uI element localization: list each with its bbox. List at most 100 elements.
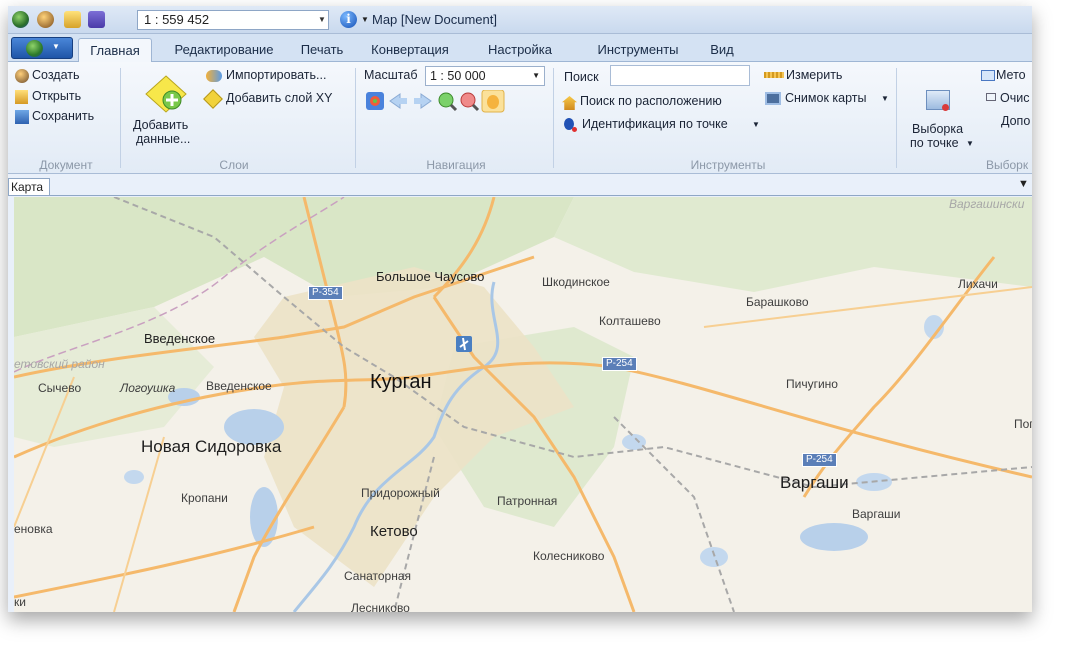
pan-hand-icon[interactable] [481,90,505,113]
select-by-point-label-line1[interactable]: Выборка [912,122,963,136]
scale-dropdown-icon[interactable]: ▼ [318,15,326,24]
info-dropdown-icon[interactable]: ▼ [361,15,369,24]
group-label-selection: Выборк [986,158,1029,172]
map-view[interactable]: Большое Чаусово Шкодинское Колташево Бар… [14,197,1032,612]
lake [124,470,144,484]
map-canvas [14,197,1032,612]
tab-print[interactable]: Печать [294,38,350,62]
map-label: Варгаши [852,507,901,521]
ribbon-panel: Создать Открыть Сохранить Документ Добав… [8,62,1032,174]
map-label: Придорожный [361,486,440,500]
group-label-navigation: Навигация [426,158,486,172]
selection-method-button[interactable]: Мето [996,68,1026,82]
import-icon [206,70,222,82]
save-icon[interactable] [88,11,105,28]
select-by-point-label-line2[interactable]: по точке [910,136,959,150]
group-label-tools: Инструменты [690,158,766,172]
info-icon[interactable]: i [340,11,357,28]
add-data-label-line2[interactable]: данные... [136,132,190,146]
snapshot-button[interactable]: Снимок карты [785,91,866,105]
map-label: Шкодинское [542,275,610,289]
tab-view[interactable]: Вид [702,38,742,62]
map-label: Пог [1014,417,1032,431]
back-arrow-icon[interactable] [389,93,407,109]
tab-conversion[interactable]: Конвертация [360,38,460,62]
zoom-out-icon[interactable] [460,92,480,112]
road-shield: Р-254 [802,453,837,467]
map-label: Колесниково [533,549,605,563]
map-label: Пичугино [786,377,838,391]
map-label: Лесниково [351,601,410,612]
chevron-down-icon: ▼ [532,71,540,80]
tab-tools[interactable]: Инструменты [586,38,690,62]
select-red-marker-icon [942,104,949,111]
clear-selection-button[interactable]: Очис [1000,91,1029,105]
scale-label: Масштаб [364,68,418,82]
tab-menu-icon[interactable]: ▼ [1018,178,1029,190]
search-input[interactable] [610,65,750,86]
map-label: Введенское [206,379,272,393]
chevron-down-icon[interactable]: ▼ [752,120,760,129]
map-label: Лихачи [958,277,998,291]
navigation-icons [366,90,505,113]
globe-icon [15,69,29,83]
group-label-layers: Слои [219,158,249,172]
tab-edit[interactable]: Редактирование [164,38,284,62]
folder-icon [15,90,28,104]
import-button[interactable]: Импортировать... [226,68,326,82]
search-label: Поиск [564,70,599,84]
full-extent-icon[interactable] [366,92,384,110]
save-button[interactable]: Сохранить [32,109,94,123]
add-data-label-line1[interactable]: Добавить [133,118,188,132]
clear-icon [986,93,996,101]
scale-combo[interactable]: 1 : 559 452 [137,10,329,30]
create-button[interactable]: Создать [32,68,80,82]
extra-selection-button[interactable]: Допо [1001,114,1030,128]
map-label: Колташево [599,314,661,328]
divider [553,68,554,168]
map-label: Новая Сидоровка [141,437,282,456]
map-label: Варгашински [949,197,1025,211]
map-label: ки [14,595,26,609]
app-menu-button[interactable]: ▼ [11,37,73,59]
divider [120,68,121,168]
map-label: Кетово [370,523,418,540]
map-label: еновка [14,522,53,536]
save-icon [15,110,29,124]
lake [622,434,646,450]
camera-icon [765,92,781,105]
open-folder-icon[interactable] [64,11,81,28]
forward-arrow-icon[interactable] [414,93,432,109]
map-label: Патронная [497,494,558,508]
tab-home[interactable]: Главная [78,38,152,62]
road-shield: Р-354 [308,286,343,300]
map-label: Барашково [746,295,809,309]
map-label-city: Курган [370,371,432,393]
map-label: Введенское [144,331,216,346]
search-location-button[interactable]: Поиск по расположению [580,94,722,108]
open-button[interactable]: Открыть [32,89,81,103]
chevron-down-icon[interactable]: ▼ [881,94,889,103]
map-label: етовский район [14,357,105,371]
scale-field[interactable]: 1 : 50 000 ▼ [425,66,545,86]
ribbon-tabs: ▼ Главная Редактирование Печать Конверта… [8,34,1032,62]
tab-settings[interactable]: Настройка [474,38,566,62]
add-xy-layer-icon [203,89,223,109]
add-xy-layer-button[interactable]: Добавить слой XY [226,91,332,105]
map-label: Санаторная [344,569,412,583]
add-data-icon[interactable] [144,74,188,114]
scale-value: 1 : 559 452 [144,12,210,27]
quick-access-toolbar: 1 : 559 452 ▼ i ▼ Map [New Document] [8,6,1032,34]
zoom-in-icon[interactable] [438,92,458,112]
identify-button[interactable]: Идентификация по точке [582,117,728,131]
map-label: Кропани [181,491,228,505]
house-icon [562,96,577,110]
globe-icon[interactable] [12,11,29,28]
map-tab[interactable]: Карта [8,178,50,196]
measure-button[interactable]: Измерить [786,68,842,82]
globe-icon [26,40,43,57]
lake [800,523,868,551]
chevron-down-icon[interactable]: ▼ [966,139,974,148]
lake [700,547,728,567]
new-document-icon[interactable] [37,11,54,28]
